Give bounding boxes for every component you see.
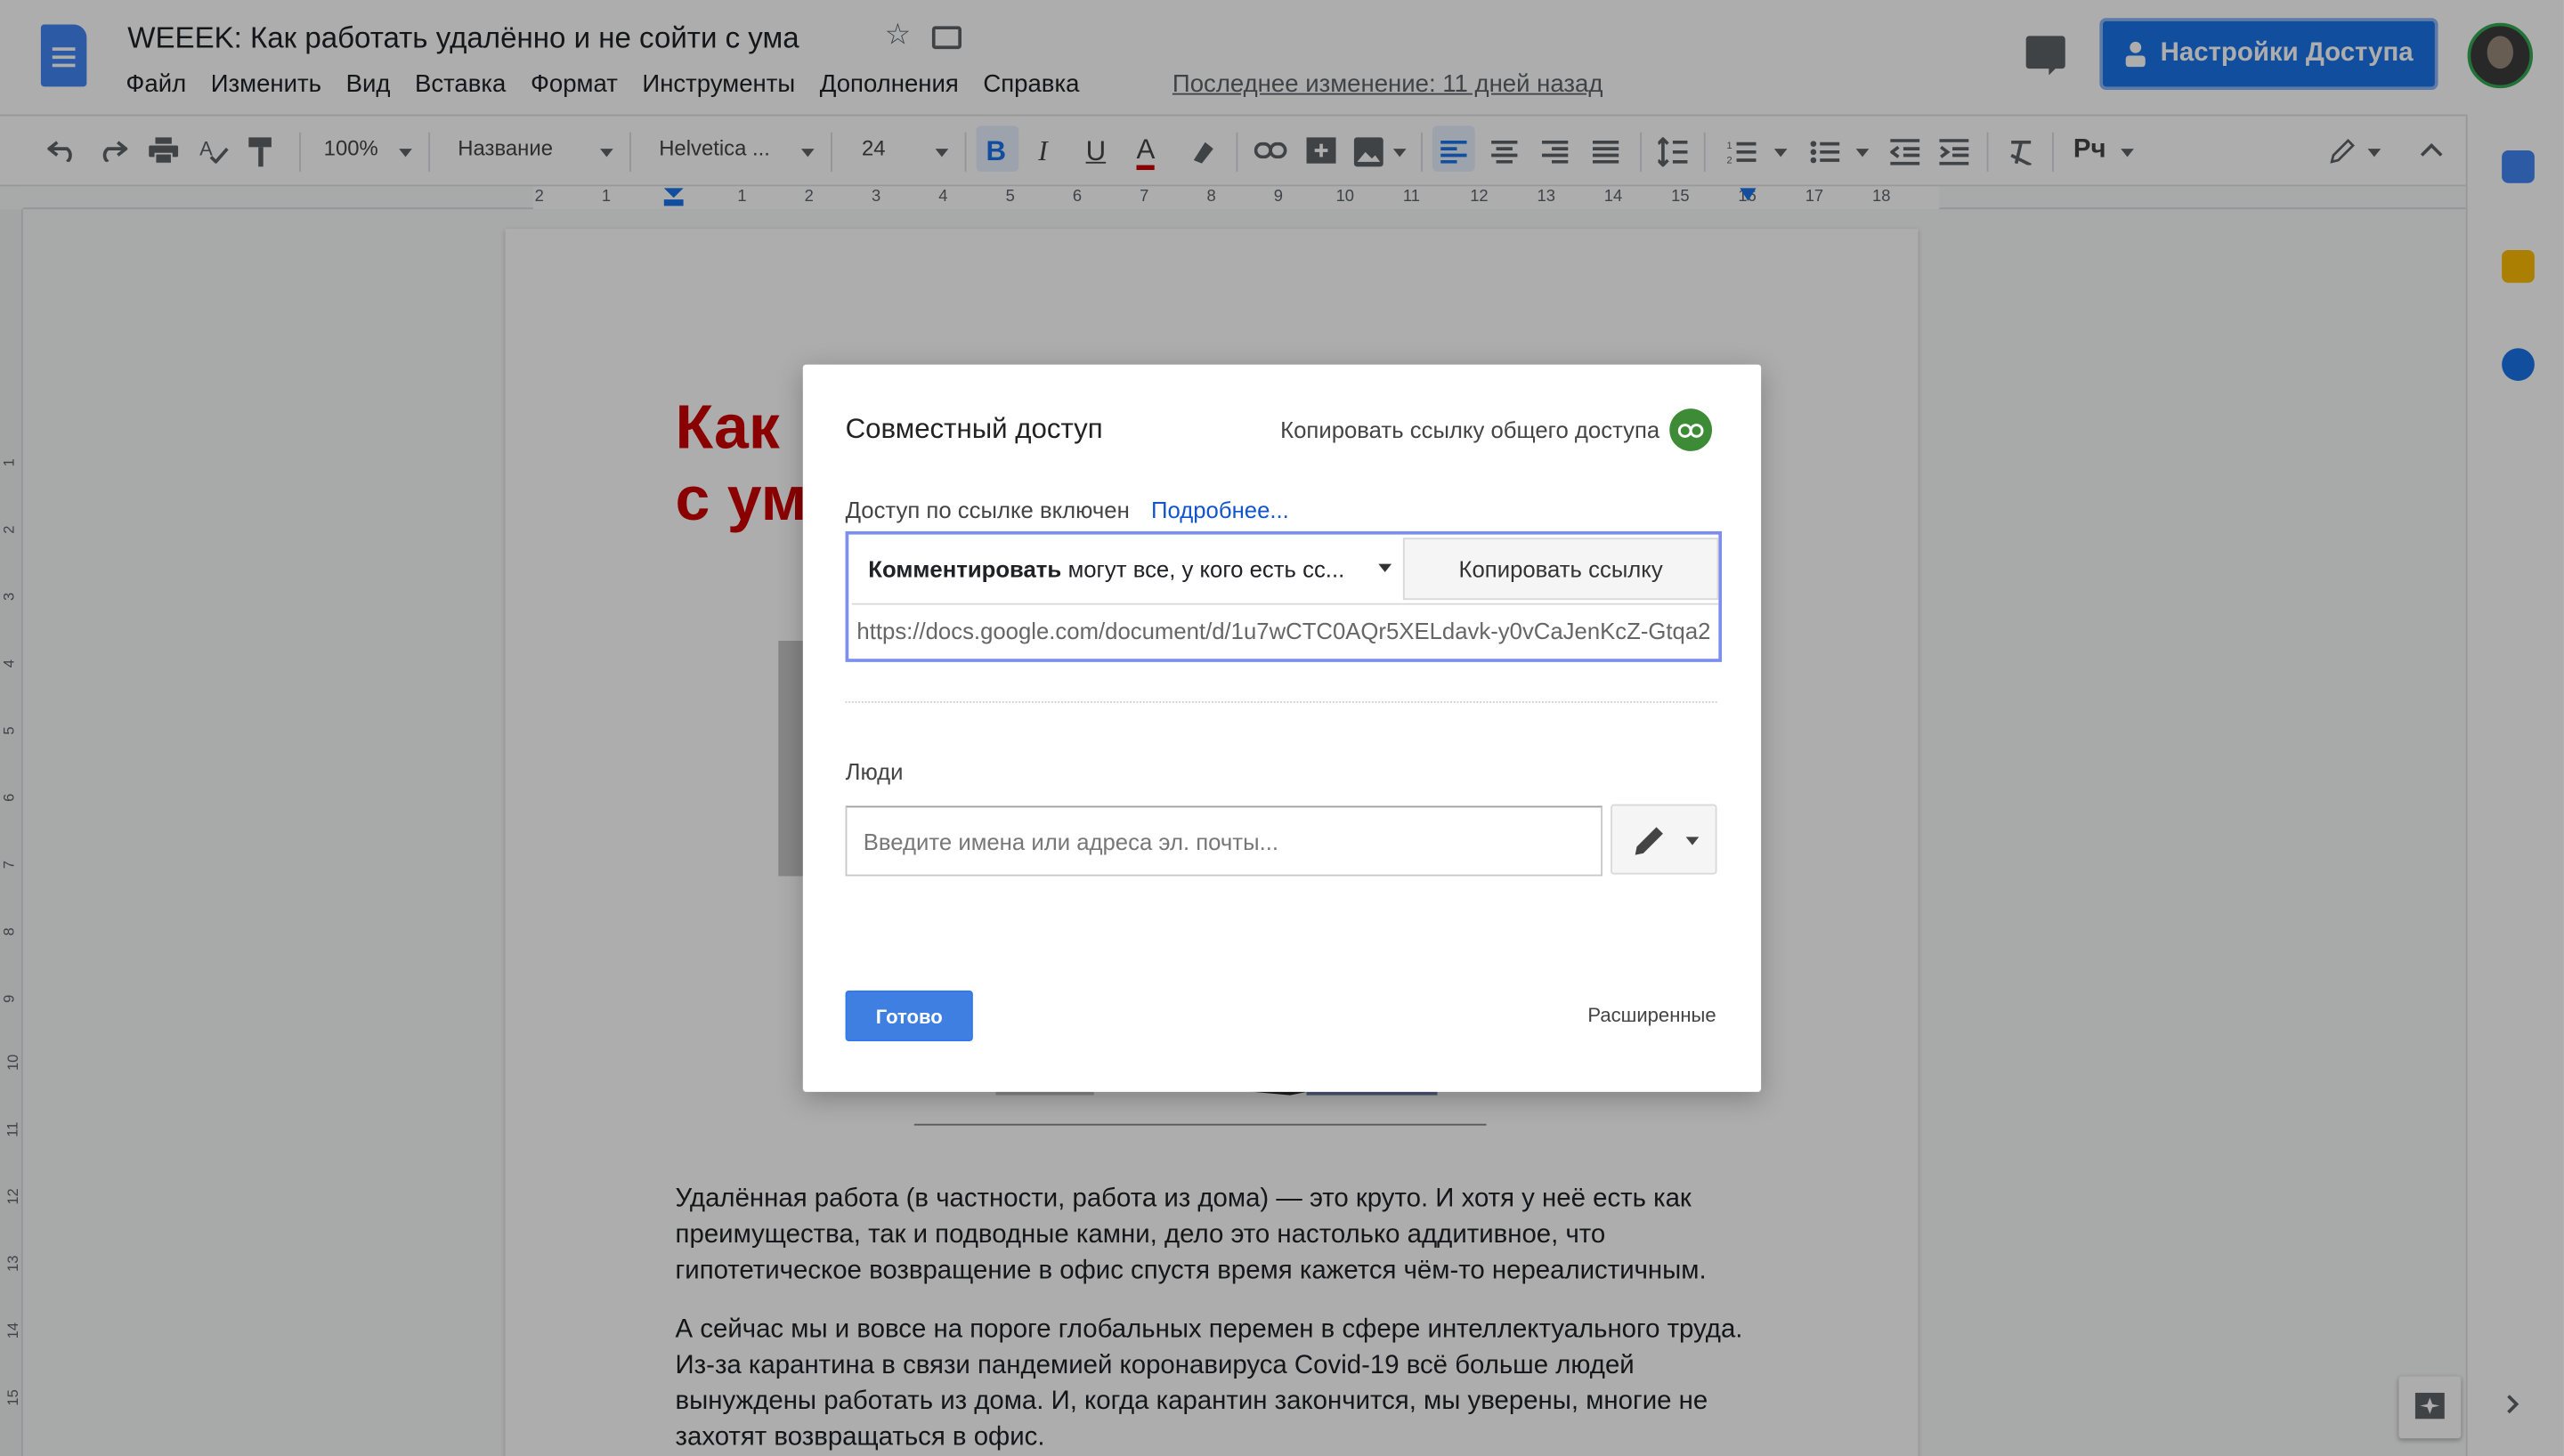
divider	[845, 700, 1717, 703]
link-settings-box: Комментировать могут все, у кого есть сс…	[845, 530, 1723, 662]
permission-caret-icon[interactable]	[1378, 563, 1392, 572]
advanced-link[interactable]: Расширенные	[1587, 1004, 1716, 1027]
permission-scope: могут все, у кого есть сс...	[1067, 555, 1345, 582]
link-permission-dropdown[interactable]: Комментировать могут все, у кого есть сс…	[852, 538, 1403, 600]
pencil-icon	[1635, 827, 1663, 855]
dialog-title: Совместный доступ	[845, 413, 1103, 445]
people-label: Люди	[845, 758, 904, 785]
learn-more-link[interactable]: Подробнее...	[1151, 497, 1289, 522]
done-button[interactable]: Готово	[845, 991, 973, 1041]
app-window: WEEEK: Как работать удалённо и не сойти …	[0, 0, 2564, 1456]
people-input[interactable]: Введите имена или адреса эл. почты...	[845, 805, 1602, 877]
copy-share-link[interactable]: Копировать ссылку общего доступа	[1280, 417, 1659, 442]
permission-level: Комментировать	[868, 555, 1062, 582]
copy-link-button[interactable]: Копировать ссылку	[1402, 538, 1719, 601]
link-access-status: Доступ по ссылке включен	[845, 497, 1130, 523]
permission-caret-icon	[1685, 837, 1700, 845]
people-permission-button[interactable]	[1611, 804, 1717, 875]
share-url-field[interactable]: https://docs.google.com/document/d/1u7wC…	[851, 603, 1719, 656]
link-icon[interactable]	[1669, 408, 1713, 451]
share-dialog: Совместный доступ Копировать ссылку обще…	[802, 364, 1762, 1092]
